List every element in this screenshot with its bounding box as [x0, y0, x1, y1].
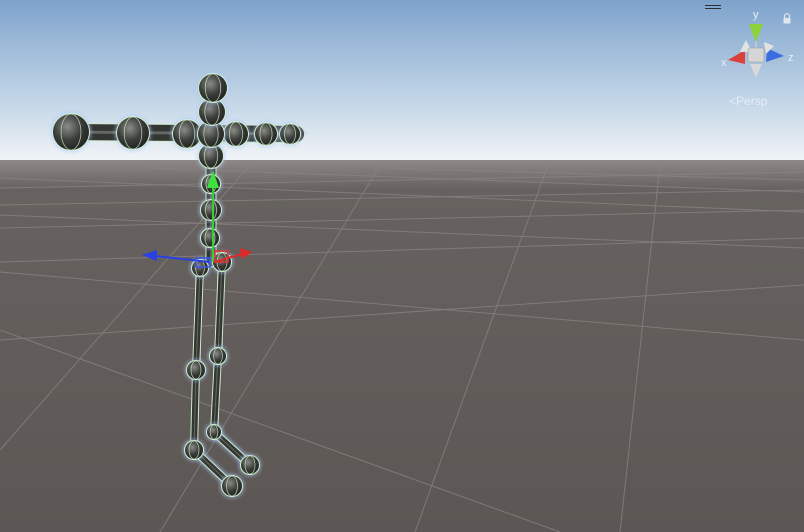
joint-right-hand[interactable] [280, 124, 300, 144]
hamburger-icon[interactable] [705, 5, 721, 11]
gizmo-center-cube[interactable] [747, 47, 765, 63]
joint-spine-2[interactable] [201, 200, 221, 220]
joint-right-toe[interactable] [241, 456, 259, 474]
joint-head[interactable] [199, 74, 227, 102]
gizmo-x-label: x [721, 57, 727, 69]
gizmo-y-label: y [753, 9, 759, 21]
joint-right-knee[interactable] [210, 348, 226, 364]
joint-left-knee[interactable] [187, 361, 205, 379]
joint-right-forearm[interactable] [255, 123, 277, 145]
joint-right-ankle[interactable] [207, 425, 221, 439]
scene-view[interactable]: y x z <Persp [0, 0, 804, 532]
joint-right-shoulder[interactable] [224, 122, 248, 146]
joint-left-hand[interactable] [53, 114, 89, 150]
joint-left-forearm[interactable] [117, 117, 149, 149]
joint-left-toe[interactable] [222, 476, 242, 496]
projection-arrow: < [729, 94, 737, 108]
joint-left-ankle[interactable] [185, 441, 203, 459]
projection-toggle[interactable]: <Persp [729, 93, 779, 109]
lock-icon[interactable] [782, 13, 792, 24]
joint-spine-1[interactable] [201, 229, 219, 247]
scene-canvas[interactable]: y x z [0, 0, 804, 532]
gizmo-z-label: z [788, 52, 794, 64]
projection-label: Persp [736, 94, 768, 108]
ground-plane [0, 160, 804, 532]
